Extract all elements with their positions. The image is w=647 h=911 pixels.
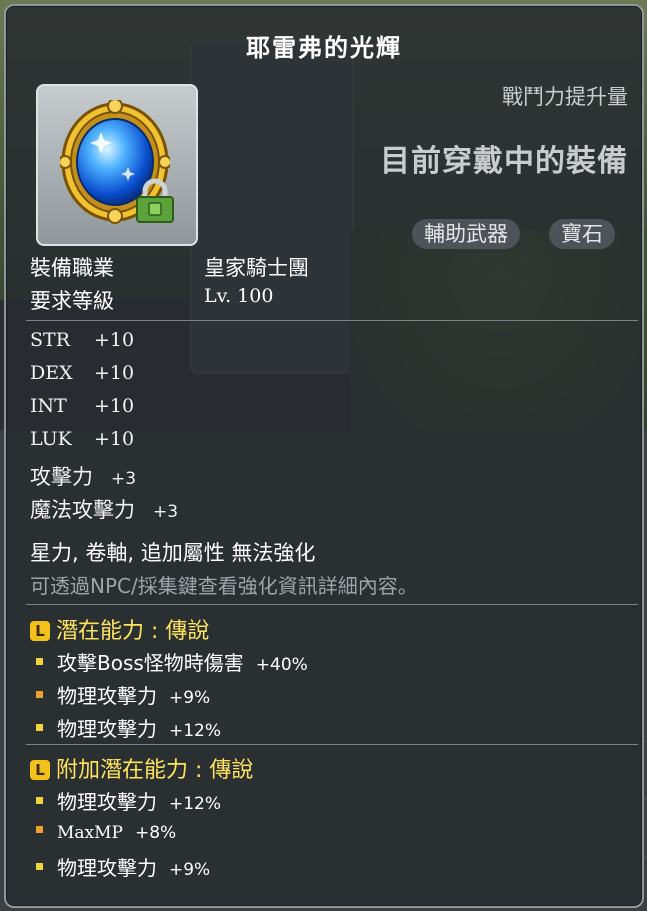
divider [26, 744, 638, 745]
stat-row: LUK +10 [30, 428, 134, 450]
potential-value: +40% [255, 655, 308, 675]
potential-header: L 潛在能力 : 傳說 [30, 613, 209, 645]
potential-value: +12% [169, 794, 222, 814]
potential-value: +9% [169, 688, 211, 708]
potential-title: 潛在能力 : 傳說 [56, 619, 210, 644]
stat-name: 魔法攻擊力 [30, 498, 135, 522]
enhance-hint: 可透過NPC/採集鍵查看強化資訊詳細內容。 [30, 574, 418, 598]
requirement-label-level: 要求等級 [30, 289, 114, 313]
stat-name: LUK [30, 428, 72, 450]
potential-stat: 攻擊Boss怪物時傷害 [57, 651, 244, 675]
current-equipped-label: 目前穿戴中的裝備 [380, 144, 628, 179]
potential-value: +8% [134, 823, 177, 843]
category-tag-secondary: 輔助武器 [412, 219, 520, 249]
stat-row: 魔法攻擊力 +3 [30, 494, 178, 524]
legendary-badge-icon: L [30, 621, 50, 641]
potential-line: 攻擊Boss怪物時傷害 +40% [36, 647, 308, 676]
item-icon-frame [36, 84, 198, 246]
bonus-potential-line: MaxMP +8% [36, 819, 176, 843]
legendary-badge-icon: L [30, 760, 50, 780]
bullet-icon [36, 691, 43, 698]
potential-stat: 物理攻擊力 [57, 790, 157, 814]
divider [26, 320, 638, 321]
stat-name: STR [30, 329, 70, 351]
stat-value: +3 [111, 469, 137, 489]
item-name: 耶雷弗的光輝 [246, 34, 402, 62]
requirement-value-job: 皇家騎士團 [204, 256, 309, 280]
potential-value: +12% [169, 721, 222, 741]
stat-name: DEX [30, 362, 73, 384]
stat-value: +10 [94, 329, 135, 351]
bonus-potential-line: 物理攻擊力 +9% [36, 852, 210, 881]
potential-stat: MaxMP [57, 823, 123, 843]
category-tag-gem: 寶石 [549, 219, 615, 249]
stat-row: 攻擊力 +3 [30, 461, 136, 491]
bonus-potential-header: L 附加潛在能力 : 傳說 [30, 752, 253, 784]
stat-value: +10 [94, 428, 135, 450]
bullet-icon [36, 797, 43, 804]
stat-row: DEX +10 [30, 362, 134, 384]
stat-row: STR +10 [30, 329, 134, 351]
item-tooltip: 耶雷弗的光輝 戰鬥力提升量 目前穿戴中的裝備 輔助武器 寶石 裝備職業 皇家騎士… [4, 4, 644, 908]
bullet-icon [36, 724, 43, 731]
stat-name: INT [30, 395, 67, 417]
bullet-icon [36, 826, 43, 833]
potential-value: +9% [169, 860, 211, 880]
bonus-potential-line: 物理攻擊力 +12% [36, 786, 221, 815]
enhance-note: 星力, 卷軸, 追加屬性 無法強化 [30, 541, 316, 565]
combat-power-label: 戰鬥力提升量 [502, 85, 628, 109]
stat-row: INT +10 [30, 395, 134, 417]
divider [26, 604, 638, 605]
potential-line: 物理攻擊力 +9% [36, 680, 210, 709]
lock-icon [136, 178, 174, 223]
bullet-icon [36, 658, 43, 665]
potential-stat: 物理攻擊力 [57, 684, 157, 708]
potential-line: 物理攻擊力 +12% [36, 713, 221, 742]
stat-value: +10 [94, 362, 135, 384]
requirement-label-job: 裝備職業 [30, 256, 114, 280]
potential-stat: 物理攻擊力 [57, 856, 157, 880]
bonus-potential-title: 附加潛在能力 : 傳說 [56, 758, 254, 783]
stat-value: +3 [153, 502, 179, 522]
potential-stat: 物理攻擊力 [57, 717, 157, 741]
requirement-value-level: Lv. 100 [204, 285, 274, 307]
stat-value: +10 [94, 395, 135, 417]
bullet-icon [36, 863, 43, 870]
stat-name: 攻擊力 [30, 465, 93, 489]
